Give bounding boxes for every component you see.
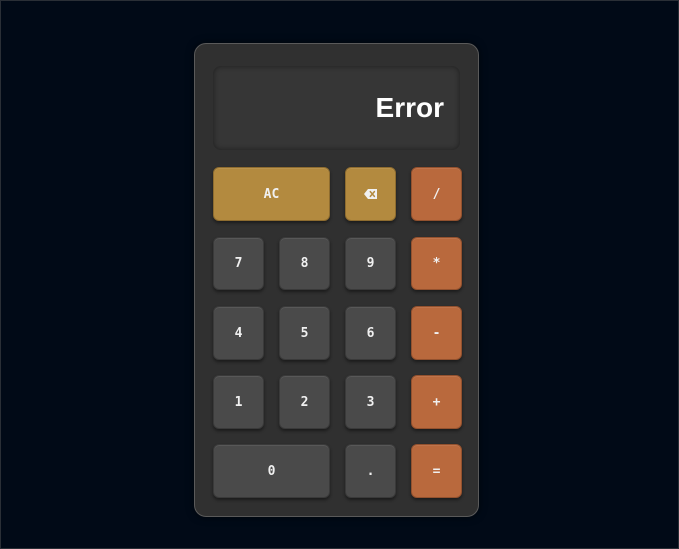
subtract-label: - (432, 325, 441, 341)
multiply-label: * (432, 256, 441, 271)
divide-label: / (432, 186, 441, 202)
digit-7-button[interactable]: 7 (213, 237, 264, 290)
digit-5-button[interactable]: 5 (279, 306, 330, 360)
add-button[interactable]: + (411, 375, 462, 429)
digit-5-label: 5 (300, 325, 309, 341)
digit-9-button[interactable]: 9 (345, 237, 396, 290)
display-value: Error (375, 92, 444, 123)
digit-6-label: 6 (366, 325, 375, 341)
add-label: + (432, 394, 441, 410)
backspace-button[interactable] (345, 167, 396, 221)
digit-2-label: 2 (300, 394, 309, 410)
backspace-icon (364, 189, 377, 199)
digit-7-label: 7 (234, 256, 243, 271)
digit-8-button[interactable]: 8 (279, 237, 330, 290)
digit-1-button[interactable]: 1 (213, 375, 264, 429)
digit-3-button[interactable]: 3 (345, 375, 396, 429)
digit-1-label: 1 (234, 394, 243, 410)
multiply-button[interactable]: * (411, 237, 462, 290)
clear-button[interactable]: AC (213, 167, 330, 221)
digit-4-button[interactable]: 4 (213, 306, 264, 360)
digit-6-button[interactable]: 6 (345, 306, 396, 360)
decimal-label: . (366, 463, 375, 479)
digit-2-button[interactable]: 2 (279, 375, 330, 429)
equals-button[interactable]: = (411, 444, 462, 498)
digit-9-label: 9 (366, 256, 375, 271)
digit-4-label: 4 (234, 325, 243, 341)
digit-0-button[interactable]: 0 (213, 444, 330, 498)
decimal-button[interactable]: . (345, 444, 396, 498)
display-screen: Error (213, 66, 460, 150)
digit-8-label: 8 (300, 256, 309, 271)
clear-label: AC (263, 186, 280, 202)
subtract-button[interactable]: - (411, 306, 462, 360)
digit-0-label: 0 (267, 463, 276, 479)
divide-button[interactable]: / (411, 167, 462, 221)
calculator: Error AC / 7 8 9 * 4 5 6 - 1 2 3 + 0 . = (194, 43, 479, 517)
digit-3-label: 3 (366, 394, 375, 410)
equals-label: = (432, 463, 441, 479)
